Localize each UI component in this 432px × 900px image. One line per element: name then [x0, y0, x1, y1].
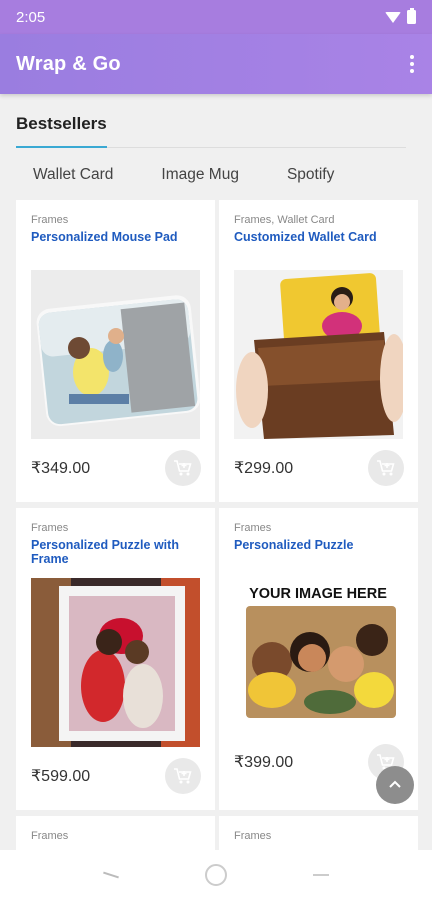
app-title: Wrap & Go — [16, 52, 121, 75]
chevron-up-icon — [389, 780, 401, 788]
wifi-icon — [385, 11, 401, 23]
product-card[interactable]: Frames Personalized Puzzle YOUR IMAGE HE… — [219, 508, 418, 810]
more-options-icon[interactable] — [408, 51, 416, 77]
recents-icon[interactable] — [313, 874, 329, 876]
add-to-cart-button[interactable] — [165, 758, 201, 794]
tab-wallet-card[interactable]: Wallet Card — [33, 166, 113, 184]
product-price: ₹599.00 — [31, 768, 91, 785]
cart-plus-icon — [174, 768, 192, 784]
product-name[interactable]: Personalized Puzzle — [234, 538, 403, 552]
product-name[interactable]: Customized Wallet Card — [234, 230, 403, 244]
tab-spotify[interactable]: Spotify — [287, 166, 334, 184]
status-icons — [385, 8, 416, 24]
product-name[interactable]: Personalized Mouse Pad — [31, 230, 200, 244]
puzzle-image[interactable]: YOUR IMAGE HERE — [234, 578, 403, 747]
back-icon[interactable] — [103, 871, 119, 879]
section-header: Bestsellers — [0, 94, 432, 148]
product-price: ₹349.00 — [31, 460, 91, 477]
add-to-cart-button[interactable] — [368, 450, 404, 486]
add-to-cart-button[interactable] — [165, 450, 201, 486]
product-card[interactable]: Frames Personalized Mouse Pad ₹349.00 — [16, 200, 215, 502]
wallet-card-image[interactable] — [234, 270, 403, 439]
product-category[interactable]: Frames — [234, 830, 403, 842]
category-tabs: Wallet Card Image Mug Spotify — [0, 148, 432, 200]
cart-plus-icon — [174, 460, 192, 476]
section-title: Bestsellers — [16, 114, 107, 148]
scroll-to-top-button[interactable] — [376, 766, 414, 804]
battery-icon — [407, 8, 416, 24]
mouse-pad-image[interactable] — [31, 270, 200, 439]
system-navigation-bar — [0, 850, 432, 900]
product-category[interactable]: Frames — [31, 214, 200, 226]
product-name[interactable]: Personalized Puzzle with Frame — [31, 538, 200, 566]
product-grid: Frames Personalized Mouse Pad ₹349.00 Fr… — [0, 200, 432, 850]
product-category[interactable]: Frames, Wallet Card — [234, 214, 403, 226]
status-time: 2:05 — [16, 8, 46, 26]
product-price: ₹299.00 — [234, 460, 294, 477]
product-category[interactable]: Frames — [234, 522, 403, 534]
image-caption-text: YOUR IMAGE HERE — [249, 586, 387, 602]
product-card[interactable]: Frames — [16, 816, 215, 850]
product-card[interactable]: Frames, Wallet Card Customized Wallet Ca… — [219, 200, 418, 502]
cart-plus-icon — [377, 460, 395, 476]
main-content[interactable]: Bestsellers Wallet Card Image Mug Spotif… — [0, 94, 432, 850]
home-icon[interactable] — [205, 864, 227, 886]
tab-image-mug[interactable]: Image Mug — [161, 166, 239, 184]
app-bar: Wrap & Go — [0, 34, 432, 94]
product-category[interactable]: Frames — [31, 830, 200, 842]
status-bar: 2:05 — [0, 0, 432, 34]
product-price: ₹399.00 — [234, 754, 294, 771]
product-card[interactable]: Frames Personalized Puzzle with Frame ₹5… — [16, 508, 215, 810]
product-card[interactable]: Frames — [219, 816, 418, 850]
product-category[interactable]: Frames — [31, 522, 200, 534]
puzzle-frame-image[interactable] — [31, 578, 200, 747]
